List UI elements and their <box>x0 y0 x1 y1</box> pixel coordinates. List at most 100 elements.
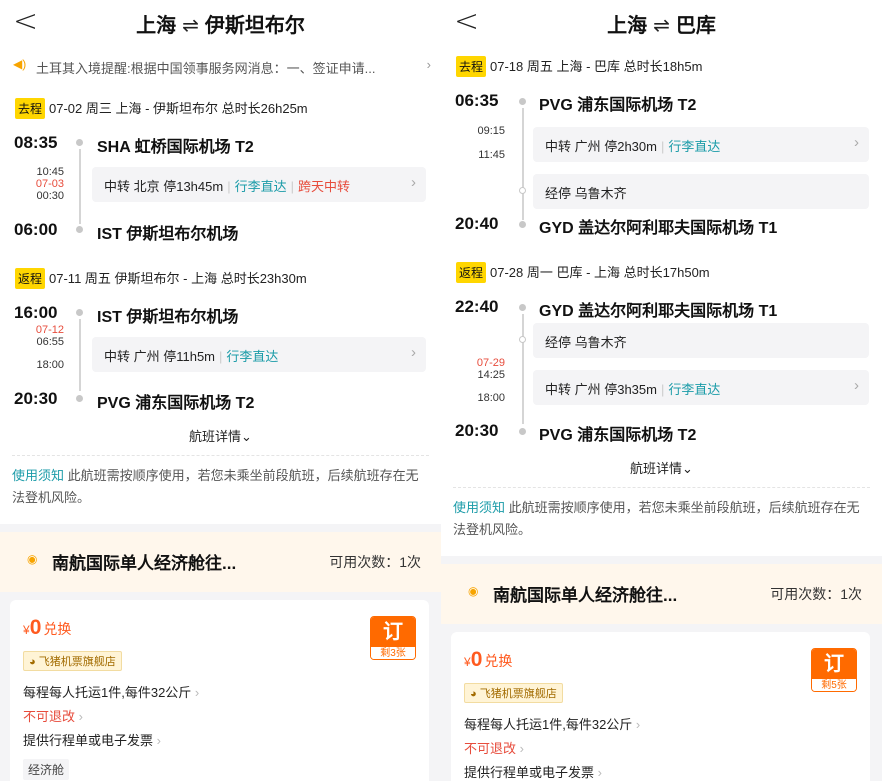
route-title: 上海 ⇌ 伊斯坦布尔 <box>0 9 441 38</box>
rules-text: 此航班需按顺序使用，若您未乘坐前段航班，后续航班存在无法登机风险。 <box>453 500 860 537</box>
price-word: 兑换 <box>43 621 72 637</box>
divider <box>453 487 870 488</box>
baggage-policy[interactable]: 每程每人托运1件,每件32公斤 › <box>464 714 640 733</box>
outbound-summary-text: 07-18 周五 上海 - 巴库 总时长18h5m <box>490 59 703 74</box>
arr-time: 20:40 <box>455 214 499 233</box>
left-screen: < 上海 ⇌ 伊斯坦布尔 ◀) 土耳其入境提醒:根据中国领事服务网消息：一、签证申请… <box>0 0 441 781</box>
destination-city: 巴库 <box>675 15 716 37</box>
product-name: 南航国际单人经济舱往... <box>52 554 237 573</box>
baggage-policy-text: 每程每人托运1件,每件32公斤 <box>23 685 192 700</box>
baggage-badge: 行李直达 <box>668 139 721 154</box>
entry-notice[interactable]: ◀) 土耳其入境提醒:根据中国领事服务网消息：一、签证申请... › <box>0 56 441 76</box>
timeline-line <box>521 314 524 424</box>
dep-time: 06:35 <box>455 91 499 110</box>
chevron-right-icon: › <box>426 57 431 72</box>
refund-policy-text: 不可退改 <box>23 709 76 724</box>
arr-airport: GYD 盖达尔阿利耶夫国际机场 T1 <box>539 220 778 237</box>
offer-card: ¥0 兑换 ◕ 飞猪机票旗舰店 每程每人托运1件,每件32公斤 › 不可退改 › … <box>451 632 870 781</box>
itinerary-card: ◀) 土耳其入境提醒:根据中国领事服务网消息：一、签证申请... › 去程 07-… <box>0 46 441 524</box>
price-word: 兑换 <box>484 653 513 669</box>
price-value: 0 <box>470 648 483 671</box>
baggage-badge: 行李直达 <box>226 349 279 364</box>
usage-count: 可用次数：1次 <box>770 586 862 602</box>
stop-arrive-time: 06:55 <box>36 336 64 348</box>
outbound-tag: 去程 <box>15 98 46 119</box>
book-button[interactable]: 订 剩3张 <box>370 616 416 660</box>
refund-policy[interactable]: 不可退改 › <box>464 738 524 757</box>
arr-time: 20:30 <box>14 389 58 408</box>
timeline-dot <box>76 395 83 402</box>
stop-depart-time: 18:00 <box>477 392 505 404</box>
return-summary: 返程 07-28 周一 巴库 - 上海 总时长17h50m <box>456 262 710 283</box>
transfer-text: 中转 广州 停11h5m <box>104 349 216 364</box>
flight-details-link[interactable]: 航班详情⌄ <box>0 426 441 445</box>
rules-text: 此航班需按顺序使用，若您未乘坐前段航班，后续航班存在无法登机风险。 <box>12 468 419 505</box>
flight-details-link[interactable]: 航班详情⌄ <box>441 458 882 477</box>
right-screen: < 上海 ⇌ 巴库 去程 07-18 周五 上海 - 巴库 总时长18h5m 06:3… <box>441 0 882 781</box>
stop-depart-time: 18:00 <box>36 359 64 371</box>
swap-icon[interactable]: ⇌ <box>182 15 199 37</box>
rules-link[interactable]: 使用须知 <box>453 500 505 515</box>
shop-name: 飞猪机票旗舰店 <box>38 656 116 668</box>
invoice-policy[interactable]: 提供行程单或电子发票 › <box>464 762 602 781</box>
via-stop-bar: 经停 乌鲁木齐 <box>533 323 869 358</box>
timeline-dot <box>76 139 83 146</box>
speaker-icon: ◀) <box>13 57 27 71</box>
origin-city: 上海 <box>607 15 648 37</box>
chevron-right-icon: › <box>411 174 416 191</box>
timeline-dot <box>76 226 83 233</box>
outbound-tag: 去程 <box>456 56 487 77</box>
arr-time: 06:00 <box>14 220 58 239</box>
arr-airport: IST 伊斯坦布尔机场 <box>97 226 239 243</box>
timeline-dot <box>519 428 526 435</box>
arr-airport: PVG 浦东国际机场 T2 <box>539 427 697 444</box>
baggage-policy[interactable]: 每程每人托运1件,每件32公斤 › <box>23 682 199 701</box>
price-value: 0 <box>29 616 42 639</box>
outbound-summary: 去程 07-18 周五 上海 - 巴库 总时长18h5m <box>456 56 702 77</box>
notice-text: 土耳其入境提醒:根据中国领事服务网消息：一、签证申请... <box>36 61 376 76</box>
timeline-dot <box>519 98 526 105</box>
invoice-policy-text: 提供行程单或电子发票 <box>23 733 154 748</box>
shop-badge: ◕ 飞猪机票旗舰店 <box>23 651 122 671</box>
product-logo-icon: ◉ <box>27 552 38 566</box>
cabin-badge: 经济舱 <box>23 759 70 780</box>
dep-time: 22:40 <box>455 297 499 316</box>
refund-policy-text: 不可退改 <box>464 741 517 756</box>
dep-time: 08:35 <box>14 133 58 152</box>
via-stop-text: 经停 乌鲁木齐 <box>545 186 627 201</box>
transfer-bar[interactable]: 中转 北京 停13h45m | 行李直达 | 跨天中转 › <box>92 167 426 202</box>
invoice-policy[interactable]: 提供行程单或电子发票 › <box>23 730 161 749</box>
destination-city: 伊斯坦布尔 <box>204 15 305 37</box>
book-label: 订 <box>812 649 856 679</box>
chevron-right-icon: › <box>854 134 859 151</box>
swap-icon[interactable]: ⇌ <box>653 15 670 37</box>
stop-depart-time: 11:45 <box>478 149 505 161</box>
timeline-line <box>78 149 81 224</box>
currency: ¥ <box>23 623 30 637</box>
book-button[interactable]: 订 剩5张 <box>811 648 857 692</box>
chevron-right-icon: › <box>411 344 416 361</box>
dep-time: 16:00 <box>14 303 58 322</box>
transfer-text: 中转 北京 停13h45m <box>104 179 224 194</box>
timeline-dot <box>519 304 526 311</box>
via-stop-bar: 经停 乌鲁木齐 <box>533 174 869 209</box>
timeline-line <box>521 108 524 220</box>
transfer-bar[interactable]: 中转 广州 停2h30m | 行李直达 › <box>533 127 869 162</box>
header: < 上海 ⇌ 伊斯坦布尔 <box>0 0 441 46</box>
dep-airport: SHA 虹桥国际机场 T2 <box>97 139 254 156</box>
timeline-line <box>78 319 81 391</box>
arr-time: 20:30 <box>455 421 499 440</box>
refund-policy[interactable]: 不可退改 › <box>23 706 83 725</box>
transfer-text: 中转 广州 停3h35m <box>545 382 657 397</box>
price: ¥0 兑换 <box>464 648 512 672</box>
shop-badge: ◕ 飞猪机票旗舰店 <box>464 683 563 703</box>
transfer-bar[interactable]: 中转 广州 停11h5m | 行李直达 › <box>92 337 426 372</box>
timeline-dot <box>76 309 83 316</box>
outbound-summary-text: 07-02 周三 上海 - 伊斯坦布尔 总时长26h25m <box>49 101 308 116</box>
chevron-right-icon: › <box>854 377 859 394</box>
baggage-badge: 行李直达 <box>668 382 721 397</box>
rules-link[interactable]: 使用须知 <box>12 468 64 483</box>
baggage-policy-text: 每程每人托运1件,每件32公斤 <box>464 717 633 732</box>
transfer-bar[interactable]: 中转 广州 停3h35m | 行李直达 › <box>533 370 869 405</box>
usage-rules: 使用须知 此航班需按顺序使用，若您未乘坐前段航班，后续航班存在无法登机风险。 <box>12 465 423 509</box>
